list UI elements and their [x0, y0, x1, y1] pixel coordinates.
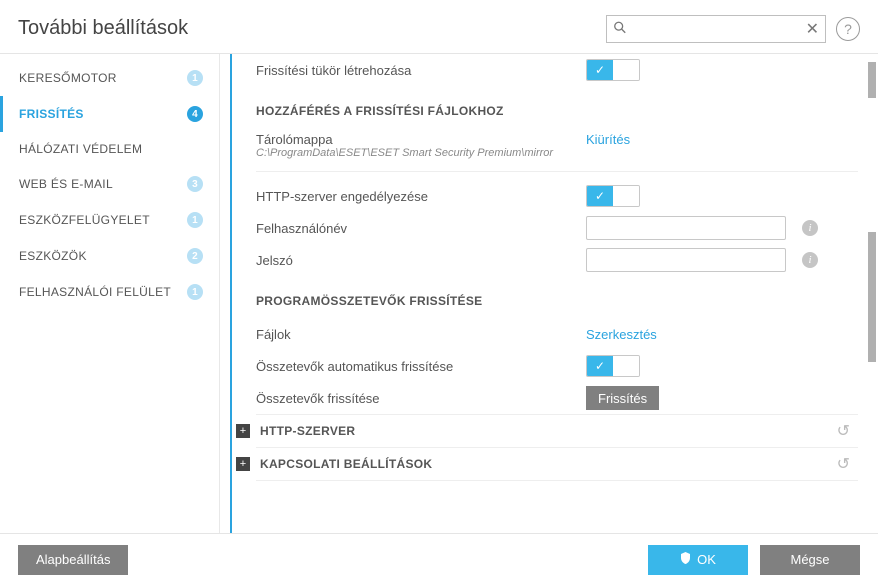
- ok-button[interactable]: OK: [648, 545, 748, 575]
- sidebar-item-eszkozok[interactable]: ESZKÖZÖK 2: [0, 238, 219, 274]
- row-username: Felhasználónév i: [256, 212, 858, 244]
- update-button[interactable]: Frissítés: [586, 386, 659, 410]
- row-update-components: Összetevők frissítése Frissítés: [256, 382, 858, 414]
- sidebar-badge: 4: [187, 106, 203, 122]
- sidebar-badge: 1: [187, 212, 203, 228]
- clear-search-icon[interactable]: ✕: [806, 19, 819, 39]
- footer: Alapbeállítás OK Mégse: [0, 533, 878, 585]
- http-enable-label: HTTP-szerver engedélyezése: [256, 189, 586, 204]
- sidebar-item-web-email[interactable]: WEB ÉS E-MAIL 3: [0, 166, 219, 202]
- row-mirror-create: Frissítési tükör létrehozása ✓: [256, 54, 858, 86]
- sidebar-item-label: ESZKÖZÖK: [19, 249, 87, 263]
- storage-label: Tárolómappa: [256, 132, 586, 147]
- info-icon[interactable]: i: [802, 252, 818, 268]
- check-icon: ✓: [587, 186, 613, 206]
- sidebar-item-label: WEB ÉS E-MAIL: [19, 177, 113, 191]
- expand-label: KAPCSOLATI BEÁLLÍTÁSOK: [260, 457, 432, 471]
- row-storage-folder: Tárolómappa C:\ProgramData\ESET\ESET Sma…: [256, 128, 858, 163]
- expand-connection-settings[interactable]: + KAPCSOLATI BEÁLLÍTÁSOK ↺: [256, 447, 858, 481]
- sidebar-badge: 2: [187, 248, 203, 264]
- storage-path: C:\ProgramData\ESET\ESET Smart Security …: [256, 147, 586, 159]
- check-icon: ✓: [587, 356, 613, 376]
- body: KERESŐMOTOR 1 FRISSÍTÉS 4 HÁLÓZATI VÉDEL…: [0, 54, 878, 533]
- shield-icon: [680, 552, 691, 567]
- auto-update-label: Összetevők automatikus frissítése: [256, 359, 586, 374]
- header-controls: ✕ ?: [606, 15, 860, 43]
- info-icon[interactable]: i: [802, 220, 818, 236]
- ok-label: OK: [697, 552, 716, 567]
- row-password: Jelszó i: [256, 244, 858, 276]
- toggle-mirror-create[interactable]: ✓: [586, 59, 640, 81]
- search-box: ✕: [606, 15, 826, 43]
- update-comp-label: Összetevők frissítése: [256, 391, 586, 406]
- check-icon: ✓: [587, 60, 613, 80]
- section-components: PROGRAMÖSSZETEVŐK FRISSÍTÉSE: [256, 276, 858, 318]
- sidebar-item-halozati[interactable]: HÁLÓZATI VÉDELEM: [0, 132, 219, 166]
- sidebar-item-label: FRISSÍTÉS: [19, 107, 84, 121]
- sidebar-badge: 3: [187, 176, 203, 192]
- password-label: Jelszó: [256, 253, 586, 268]
- content-inner: Frissítési tükör létrehozása ✓ HOZZÁFÉRÉ…: [256, 54, 878, 481]
- content-pane: Frissítési tükör létrehozása ✓ HOZZÁFÉRÉ…: [230, 54, 878, 533]
- clear-link[interactable]: Kiürítés: [586, 132, 630, 147]
- section-access-files: HOZZÁFÉRÉS A FRISSÍTÉSI FÁJLOKHOZ: [256, 86, 858, 128]
- scrollbar-thumb[interactable]: [868, 232, 876, 362]
- plus-icon: +: [236, 457, 250, 471]
- edit-files-link[interactable]: Szerkesztés: [586, 327, 657, 342]
- sidebar-item-felhasznaloi[interactable]: FELHASZNÁLÓI FELÜLET 1: [0, 274, 219, 310]
- toggle-auto-update[interactable]: ✓: [586, 355, 640, 377]
- sidebar: KERESŐMOTOR 1 FRISSÍTÉS 4 HÁLÓZATI VÉDEL…: [0, 54, 220, 533]
- expand-http-server[interactable]: + HTTP-SZERVER ↺: [256, 414, 858, 447]
- row-http-enable: HTTP-szerver engedélyezése ✓: [256, 180, 858, 212]
- help-icon[interactable]: ?: [836, 17, 860, 41]
- sidebar-item-eszkozfelugyelet[interactable]: ESZKÖZFELÜGYELET 1: [0, 202, 219, 238]
- cancel-button[interactable]: Mégse: [760, 545, 860, 575]
- username-input[interactable]: [586, 216, 786, 240]
- sidebar-item-label: ESZKÖZFELÜGYELET: [19, 213, 150, 227]
- sidebar-item-frissites[interactable]: FRISSÍTÉS 4: [0, 96, 219, 132]
- header: További beállítások ✕ ?: [0, 0, 878, 54]
- password-input[interactable]: [586, 248, 786, 272]
- mirror-label: Frissítési tükör létrehozása: [256, 63, 586, 78]
- row-files: Fájlok Szerkesztés: [256, 318, 858, 350]
- search-input[interactable]: [606, 15, 826, 43]
- page-title: További beállítások: [18, 17, 188, 40]
- sidebar-item-keresomotor[interactable]: KERESŐMOTOR 1: [0, 60, 219, 96]
- scrollbar-thumb[interactable]: [868, 62, 876, 98]
- username-label: Felhasználónév: [256, 221, 586, 236]
- toggle-http-enable[interactable]: ✓: [586, 185, 640, 207]
- row-auto-update: Összetevők automatikus frissítése ✓: [256, 350, 858, 382]
- sidebar-item-label: HÁLÓZATI VÉDELEM: [19, 142, 142, 156]
- sidebar-badge: 1: [187, 284, 203, 300]
- divider: [256, 171, 858, 172]
- sidebar-badge: 1: [187, 70, 203, 86]
- sidebar-item-label: FELHASZNÁLÓI FELÜLET: [19, 285, 171, 299]
- scrollbar-track: [868, 54, 876, 533]
- sidebar-item-label: KERESŐMOTOR: [19, 71, 117, 85]
- files-label: Fájlok: [256, 327, 586, 342]
- reset-icon[interactable]: ↺: [837, 454, 850, 474]
- reset-icon[interactable]: ↺: [837, 421, 850, 441]
- default-button[interactable]: Alapbeállítás: [18, 545, 128, 575]
- plus-icon: +: [236, 424, 250, 438]
- expand-label: HTTP-SZERVER: [260, 424, 355, 438]
